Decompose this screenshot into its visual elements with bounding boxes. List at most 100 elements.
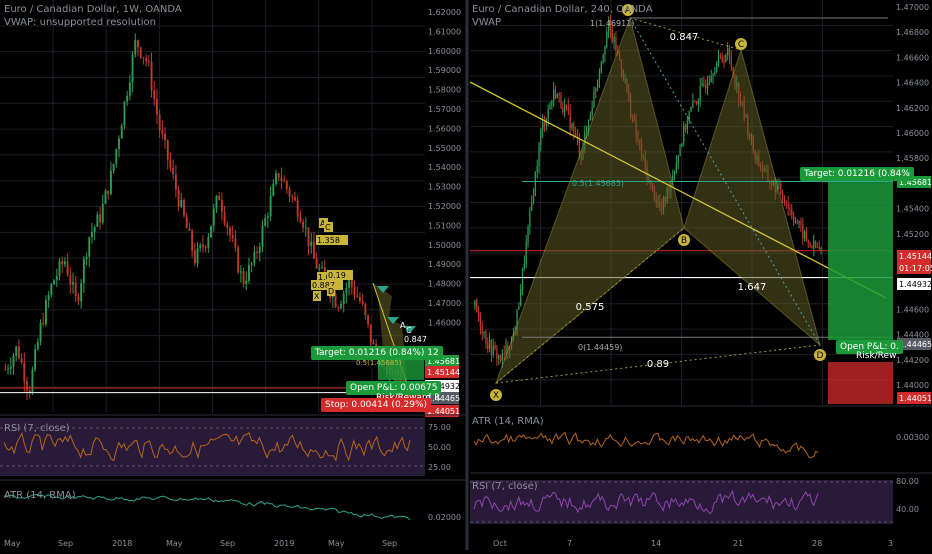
- right-candle: [692, 101, 694, 108]
- left-candle: [266, 216, 269, 219]
- left-candle: [164, 133, 166, 141]
- left-candle: [350, 279, 353, 287]
- right-pattern-point-label: D: [817, 351, 824, 361]
- left-time-tick-label: Sep: [58, 539, 73, 548]
- right-candle: [672, 175, 674, 181]
- right-rsi-tick-label: 80.00: [896, 477, 919, 486]
- left-candle: [196, 248, 199, 264]
- left-price-tick-label: 1.60000: [428, 47, 461, 56]
- left-candle: [53, 280, 56, 285]
- left-candle: [134, 40, 137, 55]
- left-target-label: Target: 0.01216 (0.84%) 12: [311, 346, 443, 360]
- right-trendline: [469, 81, 887, 299]
- left-stop-label: Stop: 0.00414 (0.29%): [321, 398, 432, 412]
- left-candle: [356, 295, 359, 297]
- right-candle: [505, 345, 507, 354]
- left-candle: [307, 227, 310, 247]
- right-candle: [694, 101, 696, 103]
- left-candle: [161, 130, 164, 134]
- left-candle: [20, 358, 23, 363]
- left-candle: [63, 261, 66, 265]
- left-candle: [17, 346, 20, 359]
- left-candle: [61, 261, 64, 265]
- right-candle: [490, 339, 493, 355]
- right-candle: [703, 83, 705, 86]
- right-candle: [562, 107, 564, 113]
- left-candle: [118, 138, 120, 150]
- left-candle: [180, 200, 183, 207]
- right-candle: [520, 289, 522, 307]
- right-a-price-label: 1(1.46911): [590, 19, 634, 28]
- right-candle: [688, 111, 690, 122]
- left-time-tick-label: Sep: [220, 539, 235, 548]
- left-candle: [155, 98, 158, 115]
- right-candle: [727, 48, 729, 56]
- left-price-tick-label: 1.58000: [428, 86, 461, 95]
- right-candle: [802, 223, 804, 239]
- left-candle: [369, 324, 372, 343]
- left-rsi-tick-label: 50.00: [428, 443, 451, 452]
- right-price-tag-text: 1.44465: [899, 340, 932, 349]
- left-atr-tick-label: 0.02000: [428, 513, 461, 522]
- left-candle: [358, 296, 361, 302]
- left-candle: [342, 293, 345, 304]
- left-candle: [191, 230, 194, 251]
- left-candle: [201, 244, 204, 247]
- right-candle: [483, 331, 485, 334]
- right-candle: [553, 89, 555, 101]
- left-candle: [7, 368, 10, 370]
- left-chart-title: Euro / Canadian Dollar, 1W, OANDA: [4, 4, 182, 15]
- right-candle: [714, 71, 716, 75]
- right-candle: [487, 343, 489, 349]
- left-candle: [275, 173, 277, 184]
- right-candle: [792, 215, 795, 222]
- left-candle: [218, 195, 221, 201]
- left-candle: [142, 57, 145, 59]
- left-pattern-point-label: C: [325, 223, 331, 232]
- right-candle: [565, 105, 568, 107]
- right-time-tick-label: 21: [733, 539, 743, 548]
- left-candle: [226, 223, 229, 228]
- left-candle: [188, 228, 191, 231]
- left-candle: [318, 267, 321, 269]
- left-candle: [153, 90, 156, 99]
- right-price-tick-label: 1.46400: [896, 79, 929, 88]
- right-candle: [785, 203, 787, 205]
- left-price-tick-label: 1.46000: [428, 318, 461, 327]
- left-candle: [23, 362, 26, 382]
- right-candle: [476, 300, 478, 312]
- right-stop-zone: [828, 362, 893, 404]
- right-price-tick-label: 1.45200: [896, 230, 929, 239]
- right-target-label: Target: 0.01216 (0.84%: [800, 167, 914, 181]
- right-candle: [796, 221, 798, 224]
- right-candle: [549, 104, 551, 110]
- left-candle: [174, 174, 177, 190]
- left-candle: [291, 196, 294, 198]
- left-candle: [47, 295, 50, 301]
- left-candle: [229, 227, 231, 236]
- left-candle: [112, 163, 115, 171]
- right-candle: [558, 94, 560, 96]
- left-candle: [177, 189, 180, 207]
- left-candle: [364, 303, 367, 315]
- left-price-tick-label: 1.52000: [428, 202, 461, 211]
- left-candle: [210, 225, 213, 238]
- right-candle: [814, 240, 817, 248]
- right-time-tick-label: 28: [812, 539, 822, 548]
- right-candle: [498, 355, 500, 359]
- right-candle: [695, 102, 698, 104]
- right-candle: [615, 36, 617, 52]
- left-candle: [169, 159, 172, 168]
- right-candle: [613, 36, 615, 42]
- right-candle: [534, 171, 536, 197]
- right-candle: [818, 247, 820, 250]
- left-candle: [137, 40, 139, 48]
- right-candle: [564, 105, 566, 113]
- right-price-tag-text: 1.44051: [899, 394, 932, 403]
- left-candle: [85, 256, 88, 259]
- left-candle: [269, 195, 272, 217]
- left-price-tick-label: 1.53000: [428, 183, 461, 192]
- left-candle: [158, 114, 161, 131]
- right-price-tick-label: 1.44000: [896, 381, 929, 390]
- right-candle: [587, 120, 590, 129]
